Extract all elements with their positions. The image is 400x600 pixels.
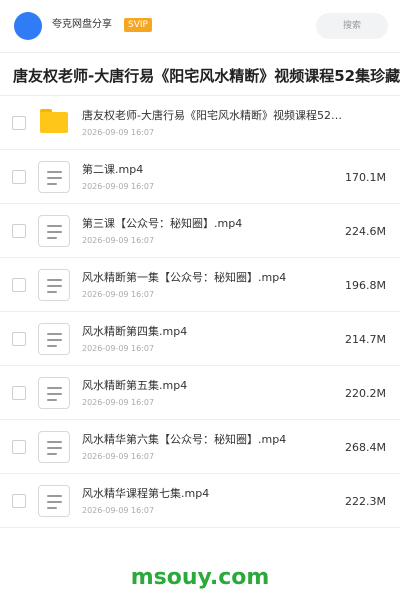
file-name: 风水精华第六集【公众号：秘知圈】.mp4 xyxy=(82,433,287,446)
file-date: 2026-09-09 16:07 xyxy=(82,182,155,191)
file-row[interactable]: 风水精华课程第七集.mp4 2026-09-09 16:07 222.3M xyxy=(0,474,400,528)
select-checkbox[interactable] xyxy=(12,116,26,130)
share-owner-name: 夸克网盘分享 xyxy=(52,19,112,30)
file-date: 2026-09-09 16:07 xyxy=(82,344,155,353)
document-icon xyxy=(38,269,70,301)
page-title: 唐友权老师-大唐行易《阳宅风水精断》视频课程52集珍藏版 xyxy=(13,67,400,85)
document-icon xyxy=(38,323,70,355)
document-icon xyxy=(38,431,70,463)
file-date: 2026-09-09 16:07 xyxy=(82,236,155,245)
file-row[interactable]: 第二课.mp4 2026-09-09 16:07 170.1M xyxy=(0,150,400,204)
file-date: 2026-09-09 16:07 xyxy=(82,128,155,137)
file-size: 220.2M xyxy=(345,387,386,400)
file-row[interactable]: 风水精断第一集【公众号：秘知圈】.mp4 2026-09-09 16:07 196.… xyxy=(0,258,400,312)
header-divider xyxy=(0,52,400,53)
select-checkbox[interactable] xyxy=(12,440,26,454)
select-checkbox[interactable] xyxy=(12,278,26,292)
file-size: 268.4M xyxy=(345,441,386,454)
select-checkbox[interactable] xyxy=(12,332,26,346)
file-name: 第二课.mp4 xyxy=(82,163,144,176)
file-size: 214.7M xyxy=(345,333,386,346)
select-checkbox[interactable] xyxy=(12,170,26,184)
file-date: 2026-09-09 16:07 xyxy=(82,452,155,461)
folder-icon xyxy=(40,109,68,133)
document-icon xyxy=(38,377,70,409)
file-name: 风水精断第一集【公众号：秘知圈】.mp4 xyxy=(82,271,287,284)
file-size: 196.8M xyxy=(345,279,386,292)
file-name: 风水精断第五集.mp4 xyxy=(82,379,188,392)
file-name: 唐友权老师-大唐行易《阳宅风水精断》视频课程52集… xyxy=(82,109,352,122)
select-checkbox[interactable] xyxy=(12,224,26,238)
search-button[interactable]: 搜索 xyxy=(316,13,388,39)
file-name: 风水精断第四集.mp4 xyxy=(82,325,188,338)
folder-row[interactable]: 唐友权老师-大唐行易《阳宅风水精断》视频课程52集… 2026-09-09 16:… xyxy=(0,96,400,150)
select-checkbox[interactable] xyxy=(12,386,26,400)
file-size: 222.3M xyxy=(345,495,386,508)
file-row[interactable]: 风水精断第四集.mp4 2026-09-09 16:07 214.7M xyxy=(0,312,400,366)
document-icon xyxy=(38,215,70,247)
top-bar: 夸克网盘分享 SVIP 搜索 xyxy=(0,0,400,52)
document-icon xyxy=(38,161,70,193)
file-name: 风水精华课程第七集.mp4 xyxy=(82,487,210,500)
file-date: 2026-09-09 16:07 xyxy=(82,398,155,407)
file-date: 2026-09-09 16:07 xyxy=(82,290,155,299)
file-size: 224.6M xyxy=(345,225,386,238)
document-icon xyxy=(38,485,70,517)
select-checkbox[interactable] xyxy=(12,494,26,508)
avatar[interactable] xyxy=(14,12,42,40)
watermark-text: msouy.com xyxy=(130,565,270,590)
file-row[interactable]: 风水精断第五集.mp4 2026-09-09 16:07 220.2M xyxy=(0,366,400,420)
file-list: 唐友权老师-大唐行易《阳宅风水精断》视频课程52集… 2026-09-09 16:… xyxy=(0,96,400,528)
file-size: 170.1M xyxy=(345,171,386,184)
svip-badge: SVIP xyxy=(124,18,152,32)
file-date: 2026-09-09 16:07 xyxy=(82,506,155,515)
file-row[interactable]: 第三课【公众号：秘知圈】.mp4 2026-09-09 16:07 224.6M xyxy=(0,204,400,258)
file-name: 第三课【公众号：秘知圈】.mp4 xyxy=(82,217,243,230)
file-row[interactable]: 风水精华第六集【公众号：秘知圈】.mp4 2026-09-09 16:07 268.… xyxy=(0,420,400,474)
